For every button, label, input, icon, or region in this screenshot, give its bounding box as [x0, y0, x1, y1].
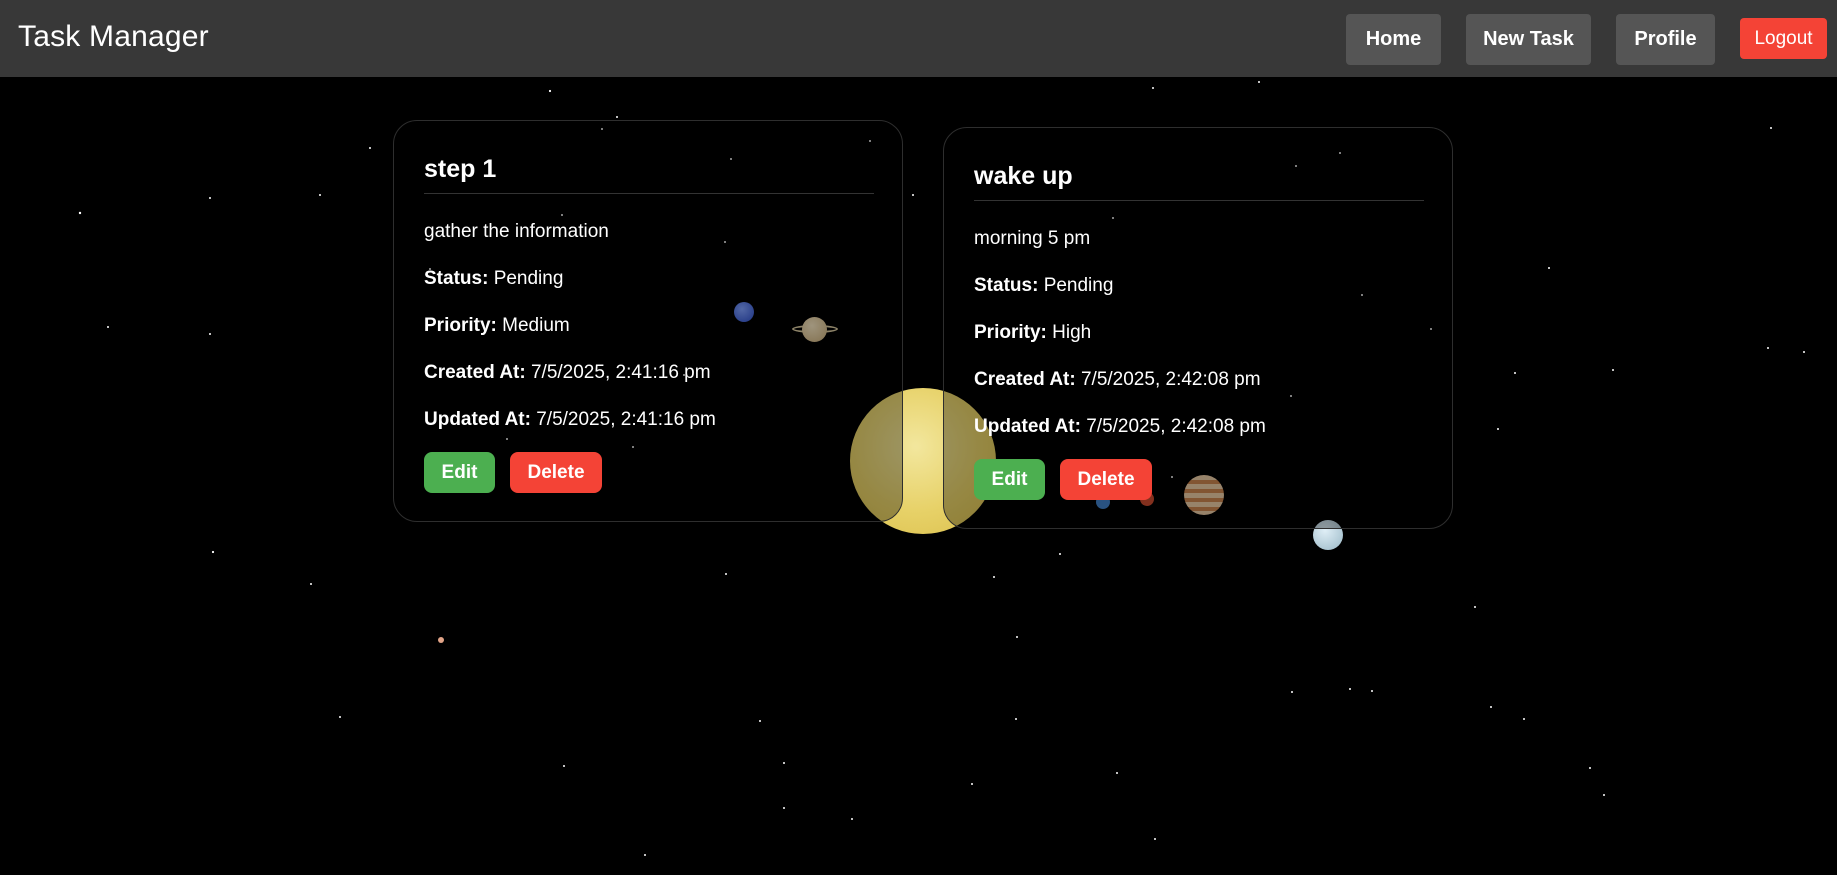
task-priority: Priority: High: [974, 322, 1091, 344]
updated-value: 7/5/2025, 2:42:08 pm: [1086, 416, 1266, 437]
delete-button[interactable]: Delete: [510, 452, 602, 493]
status-value: Pending: [1043, 275, 1114, 296]
new-task-button[interactable]: New Task: [1466, 14, 1591, 65]
status-label: Status:: [424, 268, 489, 289]
app-title: Task Manager: [18, 20, 209, 53]
task-priority: Priority: Medium: [424, 315, 570, 337]
task-title: step 1: [424, 155, 497, 183]
card-divider: [424, 193, 874, 194]
task-status: Status: Pending: [974, 275, 1113, 297]
created-label: Created At:: [424, 362, 526, 383]
created-value: 7/5/2025, 2:41:16 pm: [530, 362, 711, 383]
edit-button[interactable]: Edit: [974, 459, 1045, 500]
updated-value: 7/5/2025, 2:41:16 pm: [536, 409, 716, 430]
task-updated-at: Updated At: 7/5/2025, 2:41:16 pm: [424, 409, 716, 431]
created-label: Created At:: [974, 369, 1076, 390]
task-updated-at: Updated At: 7/5/2025, 2:42:08 pm: [974, 416, 1266, 438]
status-label: Status:: [974, 275, 1039, 296]
task-status: Status: Pending: [424, 268, 563, 290]
updated-label: Updated At:: [424, 409, 531, 430]
priority-label: Priority:: [974, 322, 1047, 343]
priority-label: Priority:: [424, 315, 497, 336]
top-navbar: Task Manager Home New Task Profile Logou…: [0, 0, 1837, 77]
logout-button[interactable]: Logout: [1740, 18, 1827, 59]
profile-button[interactable]: Profile: [1616, 14, 1715, 65]
delete-button[interactable]: Delete: [1060, 459, 1152, 500]
task-title: wake up: [974, 162, 1073, 190]
task-card: wake up morning 5 pm Status: Pending Pri…: [943, 127, 1453, 529]
mercury-icon: [438, 637, 444, 643]
status-value: Pending: [493, 268, 564, 289]
home-button[interactable]: Home: [1346, 14, 1441, 65]
task-created-at: Created At: 7/5/2025, 2:41:16 pm: [424, 362, 711, 384]
priority-value: Medium: [502, 315, 570, 336]
task-card: step 1 gather the information Status: Pe…: [393, 120, 903, 522]
card-divider: [974, 200, 1424, 201]
priority-value: High: [1052, 322, 1092, 343]
task-created-at: Created At: 7/5/2025, 2:42:08 pm: [974, 369, 1261, 391]
created-value: 7/5/2025, 2:42:08 pm: [1080, 369, 1261, 390]
task-description: morning 5 pm: [974, 228, 1091, 249]
task-description: gather the information: [424, 221, 609, 242]
edit-button[interactable]: Edit: [424, 452, 495, 493]
updated-label: Updated At:: [974, 416, 1081, 437]
